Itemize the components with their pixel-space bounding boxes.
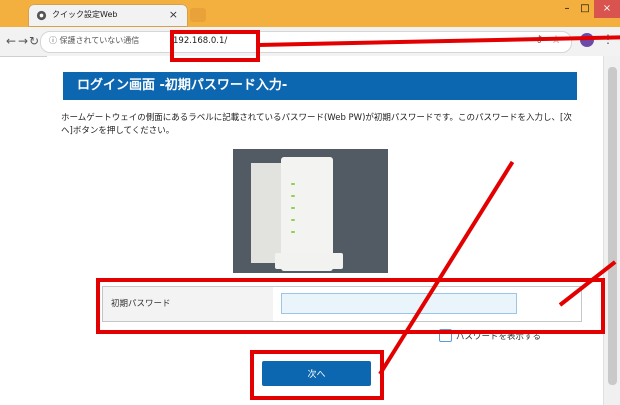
device-photo	[233, 149, 388, 273]
title-bar: クイック設定Web × – □ ×	[0, 0, 620, 27]
profile-icon[interactable]	[580, 33, 594, 47]
url-text[interactable]: 192.168.0.1/	[173, 36, 227, 46]
favicon-icon	[36, 10, 47, 21]
password-form: 初期パスワード	[102, 286, 582, 322]
next-button[interactable]: 次へ	[262, 361, 371, 386]
password-label: 初期パスワード	[103, 287, 273, 321]
menu-icon[interactable]: ⋮	[602, 32, 614, 46]
browser-window: クイック設定Web × – □ × ← → ↻ ⓘ 保護されていない通信 192…	[0, 0, 620, 405]
scrollbar-thumb[interactable]	[608, 67, 617, 385]
led-indicator	[291, 219, 295, 221]
new-tab-button[interactable]	[190, 8, 206, 22]
page-title: ログイン画面 -初期パスワード入力-	[63, 72, 577, 100]
tab-close-icon[interactable]: ×	[169, 8, 178, 21]
forward-icon[interactable]: →	[18, 34, 28, 48]
led-indicator	[291, 207, 295, 209]
reload-icon[interactable]: ↻	[29, 34, 39, 48]
window-controls: – □ ×	[558, 0, 620, 20]
maximize-button[interactable]: □	[576, 0, 594, 18]
show-password-checkbox[interactable]	[439, 329, 452, 342]
show-password-option[interactable]: パスワードを表示する	[439, 329, 541, 342]
vertical-scrollbar[interactable]	[603, 56, 620, 405]
password-input[interactable]	[281, 293, 517, 314]
led-indicator	[291, 231, 295, 233]
device-side	[251, 163, 283, 263]
minimize-button[interactable]: –	[558, 0, 576, 18]
tab-title: クイック設定Web	[52, 10, 118, 19]
close-window-button[interactable]: ×	[594, 0, 620, 18]
page-content: ログイン画面 -初期パスワード入力- ホームゲートウェイの側面にあるラベルに記載…	[47, 56, 603, 405]
led-indicator	[291, 183, 295, 185]
led-indicator	[291, 195, 295, 197]
star-icon[interactable]: ☆	[551, 33, 561, 46]
browser-tab[interactable]: クイック設定Web ×	[28, 4, 188, 27]
instructions-text: ホームゲートウェイの側面にあるラベルに記載されているパスワード(Web PW)が…	[61, 113, 572, 136]
show-password-label[interactable]: パスワードを表示する	[456, 330, 541, 342]
back-icon[interactable]: ←	[6, 34, 16, 48]
omnibox[interactable]: ⓘ 保護されていない通信 192.168.0.1/ ⚷ ☆	[40, 31, 572, 53]
security-indicator[interactable]: ⓘ 保護されていない通信	[49, 35, 139, 46]
key-icon[interactable]: ⚷	[536, 34, 543, 45]
address-bar: ← → ↻ ⓘ 保護されていない通信 192.168.0.1/ ⚷ ☆ ⋮	[0, 27, 620, 57]
device-stand	[275, 253, 343, 269]
